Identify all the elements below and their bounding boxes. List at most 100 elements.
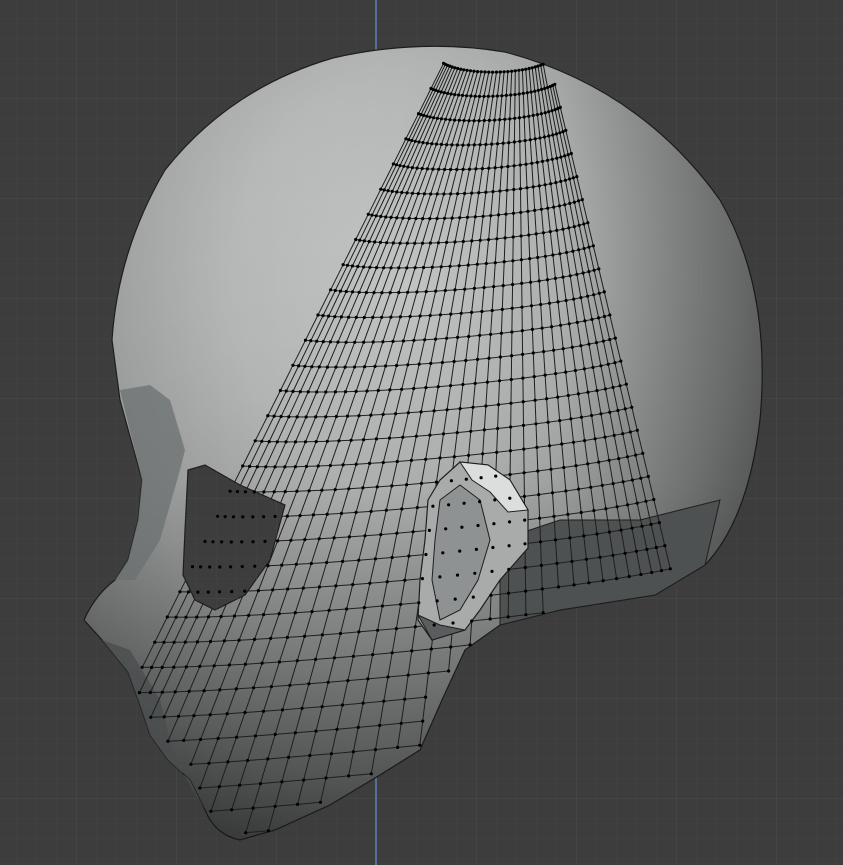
mesh-vertex[interactable] [564, 370, 568, 374]
mesh-vertex[interactable] [456, 66, 460, 71]
mesh-vertex[interactable] [400, 387, 404, 391]
mesh-vertex[interactable] [579, 344, 583, 348]
mesh-vertex[interactable] [413, 139, 417, 143]
mesh-vertex[interactable] [344, 289, 348, 294]
mesh-vertex[interactable] [535, 113, 540, 117]
mesh-vertex[interactable] [456, 335, 460, 339]
mesh-vertex[interactable] [449, 167, 453, 172]
mesh-vertex[interactable] [317, 585, 321, 589]
mesh-vertex[interactable] [517, 68, 521, 72]
mesh-vertex[interactable] [458, 216, 462, 220]
mesh-vertex[interactable] [526, 209, 530, 213]
mesh-vertex[interactable] [314, 729, 318, 733]
mesh-vertex[interactable] [659, 569, 664, 573]
mesh-vertex[interactable] [459, 67, 463, 71]
mesh-vertex[interactable] [563, 178, 568, 182]
mesh-vertex[interactable] [287, 755, 291, 759]
mesh-vertex[interactable] [510, 282, 515, 287]
mesh-vertex[interactable] [413, 241, 417, 245]
mesh-vertex[interactable] [317, 365, 321, 369]
mesh-vertex[interactable] [449, 384, 453, 388]
mesh-vertex[interactable] [150, 665, 154, 670]
mesh-vertex[interactable] [371, 653, 375, 657]
mesh-vertex[interactable] [368, 265, 372, 269]
mesh-vertex[interactable] [229, 540, 233, 544]
mesh-vertex[interactable] [528, 257, 532, 261]
mesh-vertex[interactable] [173, 690, 177, 694]
mesh-vertex[interactable] [337, 439, 341, 443]
mesh-vertex[interactable] [401, 339, 405, 343]
mesh-vertex[interactable] [479, 70, 483, 74]
mesh-vertex[interactable] [343, 390, 348, 394]
mesh-vertex[interactable] [458, 407, 462, 411]
mesh-vertex[interactable] [587, 342, 591, 346]
mesh-vertex[interactable] [435, 116, 439, 120]
mesh-vertex[interactable] [519, 234, 523, 238]
mesh-vertex[interactable] [354, 462, 358, 466]
mesh-vertex[interactable] [413, 266, 417, 270]
mesh-vertex[interactable] [252, 686, 256, 690]
mesh-vertex[interactable] [474, 547, 478, 552]
mesh-vertex[interactable] [436, 241, 440, 245]
mesh-vertex[interactable] [569, 417, 573, 421]
mesh-vertex[interactable] [209, 809, 213, 813]
mesh-vertex[interactable] [345, 607, 349, 611]
mesh-vertex[interactable] [357, 630, 361, 634]
mesh-vertex[interactable] [422, 192, 426, 196]
mesh-vertex[interactable] [457, 264, 461, 268]
mesh-vertex[interactable] [635, 428, 639, 432]
mesh-vertex[interactable] [414, 216, 418, 221]
mesh-vertex[interactable] [288, 683, 292, 687]
mesh-vertex[interactable] [533, 65, 537, 69]
mesh-vertex[interactable] [577, 248, 581, 252]
mesh-vertex[interactable] [417, 601, 421, 605]
mesh-vertex[interactable] [203, 539, 207, 544]
mesh-vertex[interactable] [378, 240, 383, 244]
mesh-vertex[interactable] [541, 231, 546, 235]
mesh-vertex[interactable] [571, 176, 576, 180]
mesh-vertex[interactable] [603, 435, 607, 439]
mesh-vertex[interactable] [592, 268, 596, 272]
mesh-vertex[interactable] [568, 274, 572, 278]
mesh-vertex[interactable] [365, 389, 369, 393]
mesh-vertex[interactable] [576, 392, 581, 396]
mesh-vertex[interactable] [473, 94, 477, 98]
mesh-vertex[interactable] [241, 464, 245, 468]
mesh-vertex[interactable] [559, 155, 563, 159]
mesh-vertex[interactable] [500, 165, 504, 169]
mesh-vertex[interactable] [612, 433, 616, 437]
mesh-vertex[interactable] [261, 709, 266, 713]
mesh-vertex[interactable] [567, 226, 571, 230]
mesh-vertex[interactable] [307, 489, 311, 493]
mesh-vertex[interactable] [260, 661, 264, 665]
mesh-vertex[interactable] [607, 530, 612, 534]
mesh-vertex[interactable] [575, 175, 579, 179]
mesh-vertex[interactable] [219, 614, 223, 619]
mesh-vertex[interactable] [321, 314, 325, 318]
mesh-vertex[interactable] [190, 565, 195, 569]
mesh-vertex[interactable] [345, 414, 350, 418]
mesh-vertex[interactable] [451, 621, 455, 625]
mesh-vertex[interactable] [291, 389, 295, 393]
mesh-vertex[interactable] [608, 410, 612, 414]
mesh-vertex[interactable] [343, 365, 347, 369]
mesh-vertex[interactable] [490, 142, 494, 146]
mesh-vertex[interactable] [469, 429, 473, 433]
mesh-vertex[interactable] [172, 665, 176, 669]
mesh-vertex[interactable] [463, 191, 467, 196]
mesh-vertex[interactable] [521, 400, 525, 404]
mesh-vertex[interactable] [333, 390, 337, 394]
mesh-vertex[interactable] [238, 783, 242, 787]
mesh-vertex[interactable] [477, 191, 481, 195]
mesh-vertex[interactable] [373, 364, 377, 368]
mesh-vertex[interactable] [522, 115, 526, 119]
mesh-vertex[interactable] [202, 689, 206, 693]
mesh-vertex[interactable] [564, 298, 568, 303]
mesh-vertex[interactable] [484, 261, 488, 266]
mesh-vertex[interactable] [321, 340, 325, 344]
mesh-vertex[interactable] [543, 183, 547, 187]
mesh-vertex[interactable] [446, 91, 450, 95]
mesh-vertex[interactable] [286, 587, 290, 591]
mesh-vertex[interactable] [494, 70, 499, 74]
mesh-vertex[interactable] [366, 212, 370, 216]
